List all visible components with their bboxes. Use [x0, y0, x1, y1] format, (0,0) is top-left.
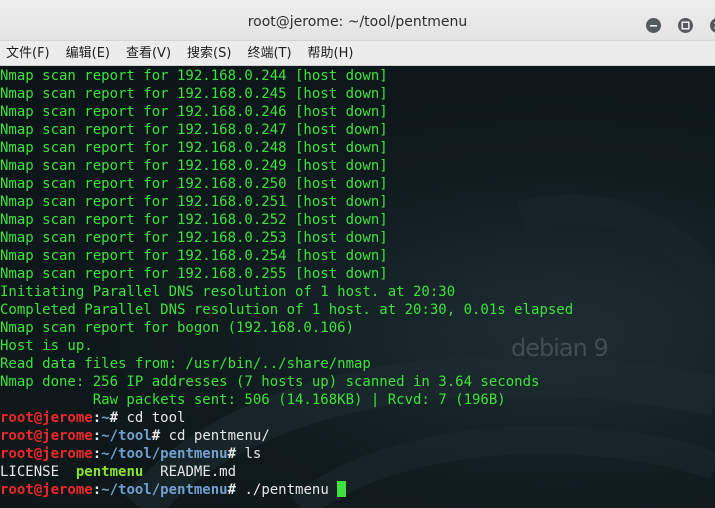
output-line: Completed Parallel DNS resolution of 1 h…: [0, 302, 574, 318]
ls-entry-readme: README.md: [160, 464, 237, 480]
output-line: Nmap scan report for 192.168.0.246 [host…: [0, 104, 388, 120]
text-cursor: [337, 481, 347, 497]
prompt-user: root@jerome: [0, 428, 93, 444]
output-line: Nmap scan report for 192.168.0.251 [host…: [0, 194, 388, 210]
prompt-command-input[interactable]: ./pentmenu: [236, 482, 337, 498]
prompt-colon: :: [92, 410, 102, 426]
ls-gap: [59, 464, 76, 480]
ls-entry-pentmenu: pentmenu: [75, 464, 144, 480]
menu-view[interactable]: 查看(V): [126, 41, 171, 66]
prompt-sign: #: [227, 446, 237, 462]
prompt-user: root@jerome: [0, 482, 93, 498]
minimize-icon: [650, 25, 657, 27]
output-line: Raw packets sent: 506 (14.168KB) | Rcvd:…: [0, 392, 506, 408]
prompt-colon: :: [92, 446, 102, 462]
output-line: Nmap scan report for 192.168.0.248 [host…: [0, 140, 388, 156]
close-button[interactable]: [710, 18, 715, 33]
output-line: Nmap scan report for 192.168.0.250 [host…: [0, 176, 388, 192]
output-line: Nmap scan report for 192.168.0.255 [host…: [0, 266, 388, 282]
minimize-button[interactable]: [646, 18, 661, 33]
prompt-colon: :: [92, 428, 102, 444]
terminal-window: root@jerome: ~/tool/pentmenu 文件(F) 编辑(E)…: [0, 0, 715, 508]
output-line: Nmap scan report for 192.168.0.253 [host…: [0, 230, 388, 246]
prompt-command: cd pentmenu/: [160, 428, 270, 444]
current-prompt-line[interactable]: root@jerome:~/tool/pentmenu# ./pentmenu: [0, 481, 573, 499]
prompt-sign: #: [151, 428, 161, 444]
output-line: Initiating Parallel DNS resolution of 1 …: [0, 284, 456, 300]
terminal-area[interactable]: debian 9 Nmap scan report for 192.168.0.…: [0, 66, 715, 508]
output-line: Nmap scan report for bogon (192.168.0.10…: [0, 320, 355, 336]
prompt-command: ls: [236, 446, 262, 462]
ls-entry-license: LICENSE: [0, 464, 60, 480]
prompt-line: root@jerome:~# cd tool: [0, 409, 573, 427]
ls-output-line: LICENSE pentmenu README.md: [0, 463, 573, 481]
menu-help[interactable]: 帮助(H): [308, 41, 354, 66]
output-line: Nmap scan report for 192.168.0.245 [host…: [0, 86, 388, 102]
menu-search[interactable]: 搜索(S): [187, 41, 231, 66]
prompt-line: root@jerome:~/tool/pentmenu# ls: [0, 445, 573, 463]
output-line: Read data files from: /usr/bin/../share/…: [0, 356, 371, 372]
title-bar[interactable]: root@jerome: ~/tool/pentmenu: [0, 0, 715, 41]
menu-edit[interactable]: 编辑(E): [66, 41, 110, 66]
prompt-user: root@jerome: [0, 446, 93, 462]
maximize-icon: [681, 21, 690, 30]
menu-terminal[interactable]: 终端(T): [247, 41, 291, 66]
prompt-sign: #: [227, 482, 237, 498]
prompt-sign: #: [109, 410, 119, 426]
ls-gap: [143, 464, 160, 480]
output-line: Host is up.: [0, 338, 93, 354]
prompt-command: cd tool: [118, 410, 186, 426]
close-icon: [713, 22, 715, 29]
prompt-path: ~/tool/pentmenu: [101, 446, 228, 462]
output-line: Nmap scan report for 192.168.0.244 [host…: [0, 68, 388, 84]
output-line: Nmap scan report for 192.168.0.252 [host…: [0, 212, 388, 228]
window-title: root@jerome: ~/tool/pentmenu: [247, 14, 468, 30]
output-line: Nmap scan report for 192.168.0.249 [host…: [0, 158, 388, 174]
output-line: Nmap scan report for 192.168.0.254 [host…: [0, 248, 388, 264]
prompt-path: ~/tool/pentmenu: [101, 482, 228, 498]
prompt-path: ~/tool: [101, 428, 152, 444]
menu-file[interactable]: 文件(F): [6, 41, 50, 66]
prompt-line: root@jerome:~/tool# cd pentmenu/: [0, 427, 573, 445]
output-line: Nmap done: 256 IP addresses (7 hosts up)…: [0, 374, 540, 390]
terminal-output: Nmap scan report for 192.168.0.244 [host…: [0, 67, 573, 499]
prompt-user: root@jerome: [0, 410, 93, 426]
menu-bar: 文件(F) 编辑(E) 查看(V) 搜索(S) 终端(T) 帮助(H): [0, 41, 715, 66]
maximize-button[interactable]: [678, 18, 693, 33]
output-line: Nmap scan report for 192.168.0.247 [host…: [0, 122, 388, 138]
prompt-path: ~: [101, 410, 110, 426]
prompt-colon: :: [92, 482, 102, 498]
